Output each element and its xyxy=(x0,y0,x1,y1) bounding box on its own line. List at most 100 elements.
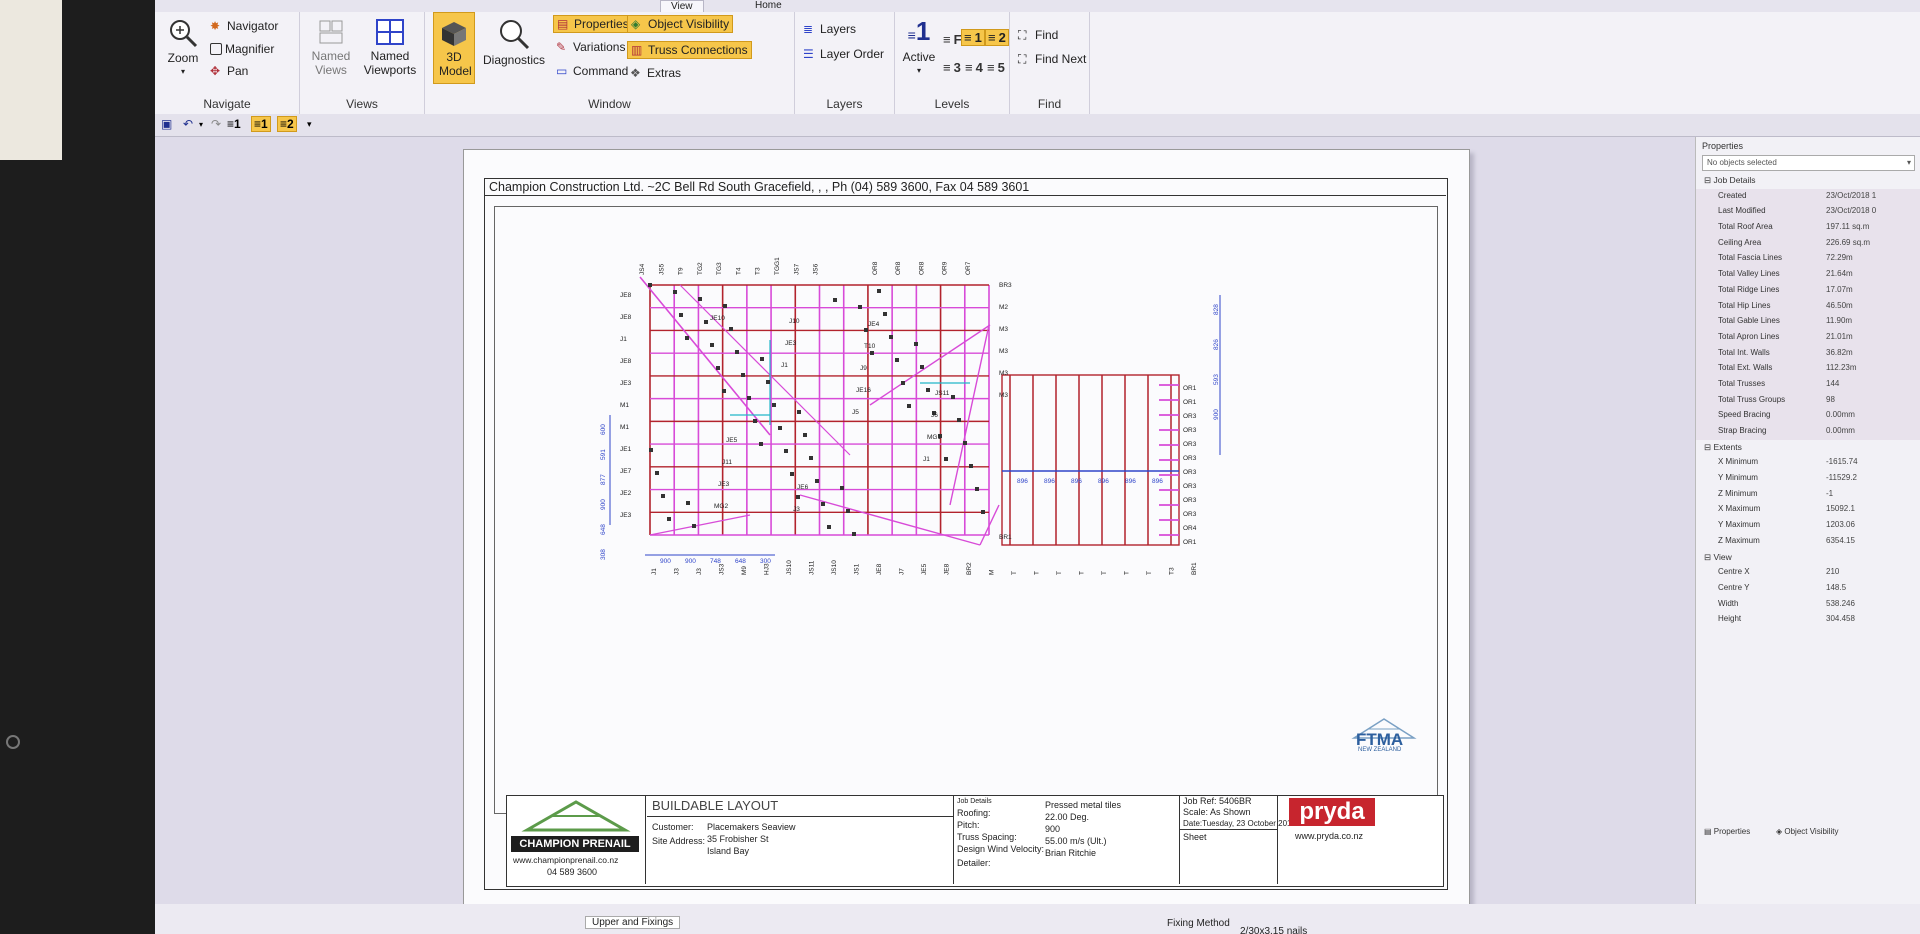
named-viewports-button[interactable]: Named Viewports xyxy=(360,18,420,77)
pan-label: Pan xyxy=(227,64,249,78)
property-row[interactable]: X Minimum -1615.74 xyxy=(1696,455,1920,471)
property-row[interactable]: Created 23/Oct/2018 1 xyxy=(1696,188,1920,205)
property-row[interactable]: Total Gable Lines 11.90m xyxy=(1696,314,1920,330)
property-row[interactable]: Total Truss Groups 98 xyxy=(1696,392,1920,409)
zoom-button[interactable]: Zoom ▾ xyxy=(163,18,203,79)
redo-icon[interactable]: ↷ xyxy=(211,117,221,131)
property-row[interactable]: Total Fascia Lines 72.29m xyxy=(1696,251,1920,268)
extras-button[interactable]: ❖ Extras xyxy=(630,66,681,80)
east-wing-outline xyxy=(1001,374,1180,546)
property-row[interactable]: Ceiling Area 226.69 sq.m xyxy=(1696,235,1920,252)
3d-model-button[interactable]: 3D Model xyxy=(433,12,475,84)
object-select[interactable]: No objects selected ▾ xyxy=(1702,155,1915,171)
find-button[interactable]: ⛶ Find xyxy=(1018,28,1058,42)
active-level-button[interactable]: ≡1 Active ▾ xyxy=(901,16,937,78)
save-icon[interactable]: ▣ xyxy=(161,117,172,131)
diagnostics-label: Diagnostics xyxy=(482,53,546,67)
property-row[interactable]: Width 538.246 xyxy=(1696,597,1920,613)
level-3-button[interactable]: ≡ 3 xyxy=(943,60,961,75)
plan-label: OR9 xyxy=(942,261,949,275)
find-next-button[interactable]: ⛶ Find Next xyxy=(1018,52,1086,66)
property-section[interactable]: ⊟ Job Details xyxy=(1696,173,1920,189)
level-f-button[interactable]: ≡ F xyxy=(943,32,962,47)
property-section[interactable]: ⊟ View xyxy=(1696,550,1920,566)
drawing-workspace[interactable]: Champion Construction Ltd. ~2C Bell Rd S… xyxy=(155,137,1695,934)
plan-label: JE2 xyxy=(620,490,632,497)
plan-label: OR8 xyxy=(895,261,902,275)
group-navigate: Zoom ▾ ✸ Navigator Magnifier ✥ Pan Navigat… xyxy=(155,12,300,114)
properties-button[interactable]: ▤ Properties xyxy=(553,15,633,33)
connector-dot xyxy=(821,502,825,506)
property-value: 112.23m xyxy=(1826,363,1857,373)
named-views-button[interactable]: Named Views xyxy=(306,18,356,77)
tab-upper-fixings[interactable]: Upper and Fixings xyxy=(585,916,681,929)
level-2-button[interactable]: ≡ 2 xyxy=(985,29,1009,46)
undo-dropdown-icon[interactable]: ▾ xyxy=(199,120,203,129)
tab-home[interactable]: Home xyxy=(745,0,792,12)
property-row[interactable]: Centre X 210 xyxy=(1696,565,1920,581)
connector-dot xyxy=(833,298,837,302)
qat-level-2-button[interactable]: ≡2 xyxy=(277,116,297,132)
drawing-sheet[interactable]: Champion Construction Ltd. ~2C Bell Rd S… xyxy=(463,149,1470,911)
property-row[interactable]: Last Modified 23/Oct/2018 0 xyxy=(1696,204,1920,221)
level-1-button[interactable]: ≡ 1 xyxy=(961,29,985,46)
plan-label: JE10 xyxy=(710,315,725,322)
property-row[interactable]: Y Minimum -11529.2 xyxy=(1696,471,1920,487)
property-section[interactable]: ⊟ Extents xyxy=(1696,440,1920,456)
property-row[interactable]: Speed Bracing 0.00mm xyxy=(1696,408,1920,424)
level-5-button[interactable]: ≡ 5 xyxy=(987,60,1005,75)
tab-properties[interactable]: ▤ Properties xyxy=(1704,827,1750,836)
plan-label: T4 xyxy=(735,267,742,275)
property-row[interactable]: Total Apron Lines 21.01m xyxy=(1696,329,1920,346)
truss-connections-button[interactable]: ▥ Truss Connections xyxy=(627,41,752,59)
layer-order-icon: ☰ xyxy=(803,47,814,61)
plan-label: 828 xyxy=(1213,304,1220,315)
magnifier-button[interactable]: Magnifier xyxy=(210,42,274,56)
property-row[interactable]: Total Ext. Walls 112.23m xyxy=(1696,361,1920,377)
property-value: -1615.74 xyxy=(1826,457,1858,467)
plan-label: 896 xyxy=(1152,478,1163,485)
connector-dot xyxy=(747,396,751,400)
diagnostics-button[interactable]: Diagnostics xyxy=(479,18,549,67)
connector-dot xyxy=(735,350,739,354)
undo-icon[interactable]: ↶ xyxy=(183,117,193,131)
property-row[interactable]: Total Trusses 144 xyxy=(1696,376,1920,393)
command-button[interactable]: ▭ Command xyxy=(556,64,628,78)
property-row[interactable]: X Maximum 15092.1 xyxy=(1696,502,1920,518)
group-views: Named Views Named Viewports Views xyxy=(300,12,425,114)
property-row[interactable]: Z Minimum -1 xyxy=(1696,487,1920,503)
3d-model-label: 3D Model xyxy=(439,50,472,78)
qat-customize-icon[interactable]: ▾ xyxy=(307,119,312,130)
navigator-label: Navigator xyxy=(227,19,279,33)
variations-button[interactable]: ✎ Variations xyxy=(556,40,625,54)
magnifier-icon xyxy=(210,43,222,55)
property-row[interactable]: Total Roof Area 197.11 sq.m xyxy=(1696,220,1920,236)
plan-label: 896 xyxy=(1071,478,1082,485)
connector-dot xyxy=(796,495,800,499)
property-row[interactable]: Total Int. Walls 36.82m xyxy=(1696,345,1920,362)
property-row[interactable]: Y Maximum 1203.06 xyxy=(1696,518,1920,534)
plan-label: JE8 xyxy=(876,563,883,575)
property-value: 17.07m xyxy=(1826,284,1853,294)
layers-button[interactable]: ≣ Layers xyxy=(803,22,856,36)
tab-object-visibility[interactable]: ◈ Object Visibility xyxy=(1776,827,1838,836)
plan-label: JE7 xyxy=(620,468,632,475)
property-row[interactable]: Total Valley Lines 21.64m xyxy=(1696,267,1920,283)
level-4-button[interactable]: ≡ 4 xyxy=(965,60,983,75)
connector-dot xyxy=(667,517,671,521)
property-row[interactable]: Centre Y 148.5 xyxy=(1696,581,1920,597)
property-row[interactable]: Strap Bracing 0.00mm xyxy=(1696,424,1920,440)
qat-level-button[interactable]: ≡1 xyxy=(227,117,241,131)
property-row[interactable]: Height 304.458 xyxy=(1696,612,1920,628)
navigator-button[interactable]: ✸ Navigator xyxy=(210,19,278,33)
property-row[interactable]: Total Ridge Lines 17.07m xyxy=(1696,282,1920,299)
layer-order-button[interactable]: ☰ Layer Order xyxy=(803,47,884,61)
plan-label: JS6 xyxy=(813,263,820,275)
pan-button[interactable]: ✥ Pan xyxy=(210,64,248,78)
plan-label: 593 xyxy=(1213,374,1220,385)
object-visibility-button[interactable]: ◈ Object Visibility xyxy=(627,15,734,33)
qat-level-1-button[interactable]: ≡1 xyxy=(251,116,271,132)
property-value: 72.29m xyxy=(1826,253,1853,263)
property-row[interactable]: Z Maximum 6354.15 xyxy=(1696,534,1920,550)
property-row[interactable]: Total Hip Lines 46.50m xyxy=(1696,298,1920,315)
